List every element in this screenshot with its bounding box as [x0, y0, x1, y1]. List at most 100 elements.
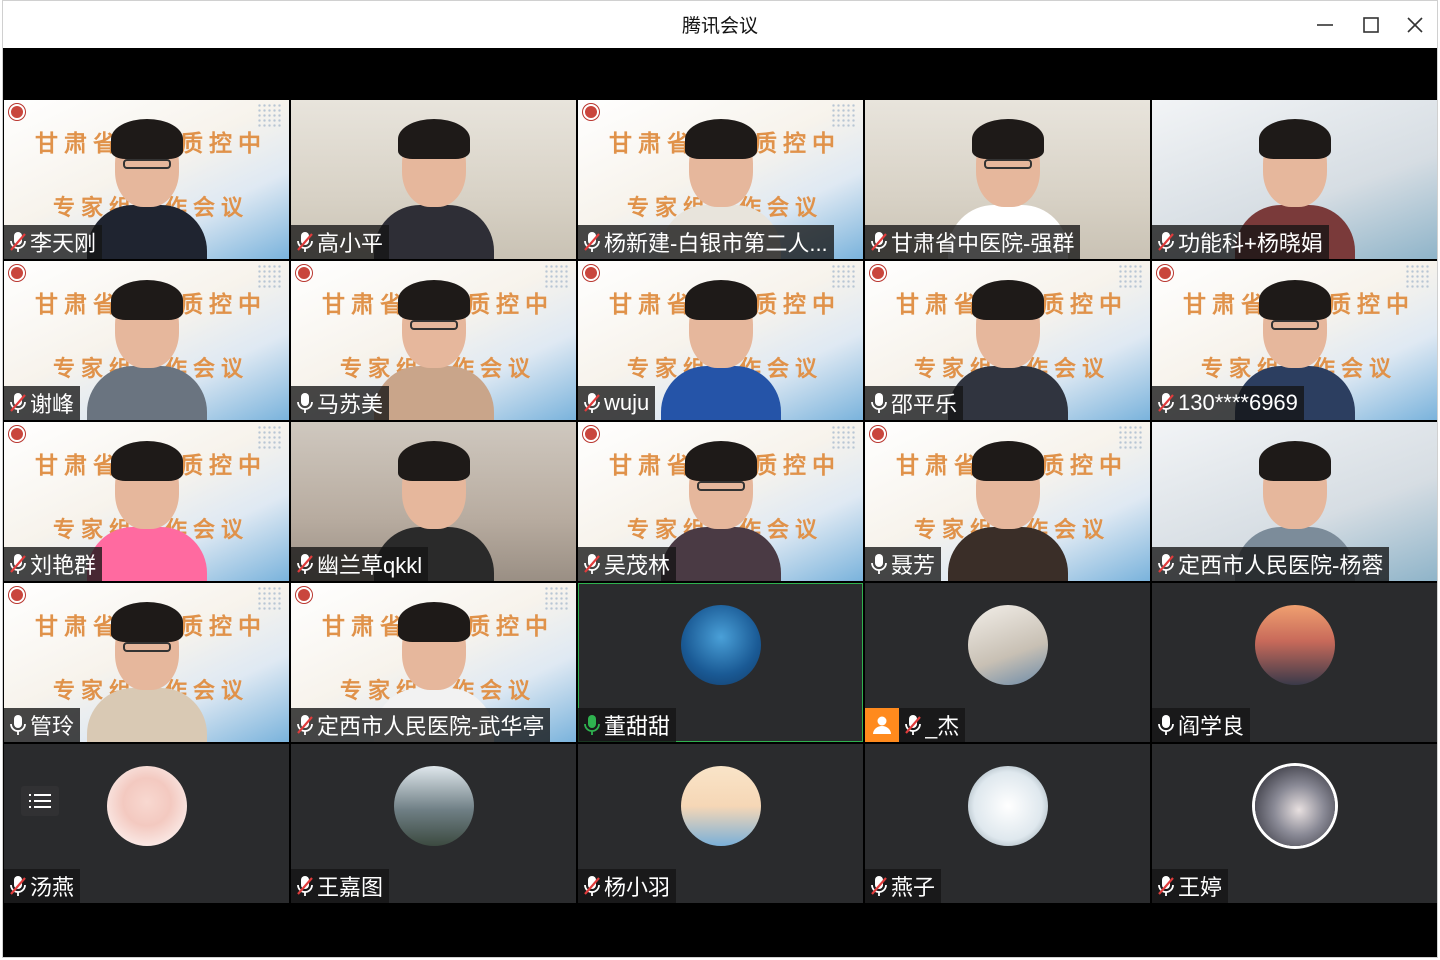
- emblem-icon: [583, 265, 599, 281]
- name-plate: 130****6969: [1152, 386, 1304, 420]
- mic-icon: [869, 553, 889, 575]
- participant-tile[interactable]: 甘肃省超声质控中心专家组工作会议杨新建-白银市第二人...: [578, 100, 863, 259]
- participant-name: 杨小羽: [604, 875, 671, 900]
- participant-name: 谢峰: [30, 392, 75, 417]
- maximize-button[interactable]: [1353, 9, 1389, 41]
- participant-tile[interactable]: 高小平: [291, 100, 576, 259]
- name-plate: 谢峰: [4, 386, 81, 420]
- mic-icon: [1156, 714, 1176, 736]
- mic-muted-icon: [295, 875, 315, 897]
- participant-name: 刘艳群: [30, 553, 97, 578]
- video-person: [86, 431, 207, 581]
- participant-tile[interactable]: 功能科+杨晓娟: [1152, 100, 1437, 259]
- name-plate: 王嘉图: [291, 869, 390, 903]
- participant-tile[interactable]: 甘肃省超声质控中心专家组工作会议吴茂林: [578, 422, 863, 581]
- participant-tile[interactable]: 甘肃省超声质控中心专家组工作会议李天刚: [4, 100, 289, 259]
- participant-tile[interactable]: _杰: [865, 583, 1150, 742]
- title-bar: 腾讯会议: [3, 1, 1437, 48]
- name-plate: 定西市人民医院-武华亭: [291, 708, 551, 742]
- name-plate: 甘肃省中医院-强群: [865, 225, 1081, 259]
- name-plate: 李天刚: [4, 225, 103, 259]
- participant-tile[interactable]: 甘肃省超声质控中心专家组工作会议刘艳群: [4, 422, 289, 581]
- dot-pattern: [544, 264, 570, 288]
- video-person: [86, 270, 207, 420]
- emblem-icon: [1157, 265, 1173, 281]
- participant-name: 燕子: [891, 875, 936, 900]
- participant-tile[interactable]: 甘肃省超声质控中心专家组工作会议定西市人民医院-武华亭: [291, 583, 576, 742]
- meeting-stage: 甘肃省超声质控中心专家组工作会议李天刚高小平 甘肃省超声质控中心专家组工作会议杨新…: [3, 48, 1437, 957]
- participant-tile[interactable]: 定西市人民医院-杨蓉: [1152, 422, 1437, 581]
- dot-pattern: [257, 586, 283, 610]
- participant-tile[interactable]: 幽兰草qkkl: [291, 422, 576, 581]
- avatar: [967, 766, 1048, 846]
- dot-pattern: [831, 425, 857, 449]
- participant-tile[interactable]: 甘肃省超声质控中心专家组工作会议聂芳: [865, 422, 1150, 581]
- mic-muted-icon: [869, 231, 889, 253]
- name-plate: 邵平乐: [865, 386, 964, 420]
- emblem-icon: [870, 426, 886, 442]
- emblem-icon: [583, 104, 599, 120]
- dot-pattern: [831, 103, 857, 127]
- participant-name: 130****6969: [1178, 390, 1298, 415]
- avatar: [680, 766, 761, 846]
- mic-muted-icon: [295, 231, 315, 253]
- name-plate: 功能科+杨晓娟: [1152, 225, 1329, 259]
- participant-name: 定西市人民医院-杨蓉: [1178, 553, 1384, 578]
- name-plate: 汤燕: [4, 869, 81, 903]
- mic-muted-icon: [295, 714, 315, 736]
- participant-tile[interactable]: 甘肃省超声质控中心专家组工作会议谢峰: [4, 261, 289, 420]
- name-plate: 杨小羽: [578, 869, 677, 903]
- mic-muted-icon: [582, 553, 602, 575]
- mic-muted-icon: [1156, 553, 1176, 575]
- dot-pattern: [544, 586, 570, 610]
- emblem-icon: [9, 104, 25, 120]
- dot-pattern: [257, 103, 283, 127]
- name-plate: 高小平: [291, 225, 390, 259]
- name-plate: 幽兰草qkkl: [291, 547, 429, 581]
- mic-icon: [295, 392, 315, 414]
- participant-tile[interactable]: 燕子: [865, 744, 1150, 903]
- participant-name: 阎学良: [1178, 714, 1245, 739]
- participant-tile[interactable]: 甘肃省超声质控中心专家组工作会议管玲: [4, 583, 289, 742]
- participant-name: 汤燕: [30, 875, 75, 900]
- mic-muted-icon: [1156, 231, 1176, 253]
- participant-tile[interactable]: 王嘉图: [291, 744, 576, 903]
- minimize-button[interactable]: [1307, 9, 1343, 41]
- participant-name: 邵平乐: [891, 392, 958, 417]
- participant-name: 马苏美: [317, 392, 384, 417]
- participant-tile[interactable]: 甘肃省超声质控中心专家组工作会议130****6969: [1152, 261, 1437, 420]
- mic-muted-icon: [8, 553, 28, 575]
- participant-name: 幽兰草qkkl: [317, 553, 423, 578]
- name-plate: 管玲: [4, 708, 81, 742]
- video-person: [947, 431, 1068, 581]
- participant-tile[interactable]: 阎学良: [1152, 583, 1437, 742]
- emblem-icon: [9, 426, 25, 442]
- participant-name: 聂芳: [891, 553, 936, 578]
- name-plate: _杰: [865, 708, 966, 742]
- name-plate: 吴茂林: [578, 547, 677, 581]
- name-plate: 刘艳群: [4, 547, 103, 581]
- mic-icon: [8, 714, 28, 736]
- participant-tile[interactable]: 汤燕: [4, 744, 289, 903]
- participant-tile[interactable]: 甘肃省中医院-强群: [865, 100, 1150, 259]
- dot-pattern: [1118, 264, 1144, 288]
- participant-list-button[interactable]: [21, 786, 59, 816]
- participant-tile[interactable]: 甘肃省超声质控中心专家组工作会议邵平乐: [865, 261, 1150, 420]
- participant-tile[interactable]: 杨小羽: [578, 744, 863, 903]
- mic-speaking-icon: [582, 714, 602, 736]
- name-plate: wuju: [578, 386, 656, 420]
- avatar: [393, 766, 474, 846]
- close-button[interactable]: [1397, 9, 1433, 41]
- avatar: [1254, 605, 1335, 685]
- name-plate: 燕子: [865, 869, 942, 903]
- participant-tile[interactable]: 甘肃省超声质控中心专家组工作会议wuju: [578, 261, 863, 420]
- participant-tile[interactable]: 王婷: [1152, 744, 1437, 903]
- video-person: [373, 109, 494, 259]
- participant-tile[interactable]: 甘肃省超声质控中心专家组工作会议马苏美: [291, 261, 576, 420]
- avatar: [967, 605, 1048, 685]
- video-person: [660, 270, 781, 420]
- participant-name: 李天刚: [30, 231, 97, 256]
- mic-muted-icon: [582, 392, 602, 414]
- participant-tile[interactable]: 董甜甜: [578, 583, 863, 742]
- emblem-icon: [9, 587, 25, 603]
